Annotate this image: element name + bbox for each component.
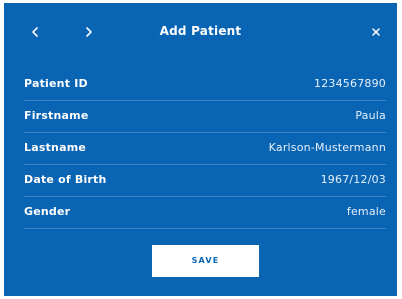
lastname-row[interactable]: Lastname Karlson-Mustermann xyxy=(24,133,386,165)
patient-fields: Patient ID 1234567890 Firstname Paula La… xyxy=(24,69,386,229)
field-label: Date of Birth xyxy=(24,173,107,186)
patient-id-row[interactable]: Patient ID 1234567890 xyxy=(24,69,386,101)
add-patient-dialog: Add Patient Patient ID 1234567890 Firstn… xyxy=(4,3,397,296)
gender-row[interactable]: Gender female xyxy=(24,197,386,229)
field-label: Lastname xyxy=(24,141,87,154)
firstname-row[interactable]: Firstname Paula xyxy=(24,101,386,133)
field-label: Firstname xyxy=(24,109,89,122)
date-of-birth-row[interactable]: Date of Birth 1967/12/03 xyxy=(24,165,386,197)
close-icon[interactable] xyxy=(367,23,385,41)
field-value: 1967/12/03 xyxy=(320,173,386,186)
dialog-title: Add Patient xyxy=(159,24,242,38)
field-label: Gender xyxy=(24,205,71,218)
field-value: 1234567890 xyxy=(314,77,386,90)
field-value: female xyxy=(346,205,386,218)
dialog-header: Add Patient xyxy=(4,3,397,63)
save-button[interactable]: SAVE xyxy=(152,245,259,277)
field-value: Karlson-Mustermann xyxy=(268,141,386,154)
field-value: Paula xyxy=(355,109,386,122)
field-label: Patient ID xyxy=(24,77,88,90)
